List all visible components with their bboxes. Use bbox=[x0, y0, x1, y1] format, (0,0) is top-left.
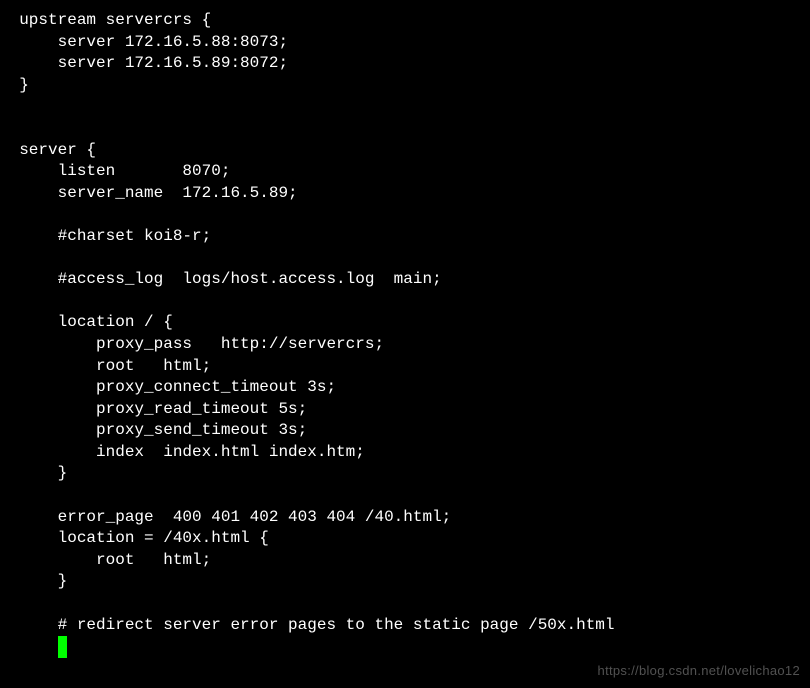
code-line: } bbox=[0, 571, 810, 593]
code-line bbox=[0, 593, 810, 615]
code-line bbox=[0, 485, 810, 507]
code-line: #charset koi8-r; bbox=[0, 226, 810, 248]
code-line: proxy_connect_timeout 3s; bbox=[0, 377, 810, 399]
code-line: proxy_send_timeout 3s; bbox=[0, 420, 810, 442]
code-line: root html; bbox=[0, 356, 810, 378]
watermark-text: https://blog.csdn.net/lovelichao12 bbox=[598, 662, 800, 680]
code-line: root html; bbox=[0, 550, 810, 572]
code-line: } bbox=[0, 463, 810, 485]
code-line: proxy_pass http://servercrs; bbox=[0, 334, 810, 356]
code-line: server 172.16.5.89:8072; bbox=[0, 53, 810, 75]
code-line: index index.html index.htm; bbox=[0, 442, 810, 464]
code-line: location / { bbox=[0, 312, 810, 334]
code-line: server { bbox=[0, 140, 810, 162]
code-line: error_page 400 401 402 403 404 /40.html; bbox=[0, 507, 810, 529]
cursor-prefix bbox=[0, 637, 58, 655]
code-line: # redirect server error pages to the sta… bbox=[0, 615, 810, 637]
code-line bbox=[0, 248, 810, 270]
cursor-line: # bbox=[0, 636, 810, 658]
terminal-cursor: # bbox=[58, 636, 68, 658]
code-line: #access_log logs/host.access.log main; bbox=[0, 269, 810, 291]
code-line bbox=[0, 204, 810, 226]
code-line: server 172.16.5.88:8073; bbox=[0, 32, 810, 54]
code-line: server_name 172.16.5.89; bbox=[0, 183, 810, 205]
code-line bbox=[0, 96, 810, 118]
code-line: upstream servercrs { bbox=[0, 10, 810, 32]
code-line bbox=[0, 291, 810, 313]
code-line bbox=[0, 118, 810, 140]
code-line: proxy_read_timeout 5s; bbox=[0, 399, 810, 421]
code-line: listen 8070; bbox=[0, 161, 810, 183]
code-line: } bbox=[0, 75, 810, 97]
code-line: location = /40x.html { bbox=[0, 528, 810, 550]
terminal-content[interactable]: upstream servercrs { server 172.16.5.88:… bbox=[0, 10, 810, 658]
